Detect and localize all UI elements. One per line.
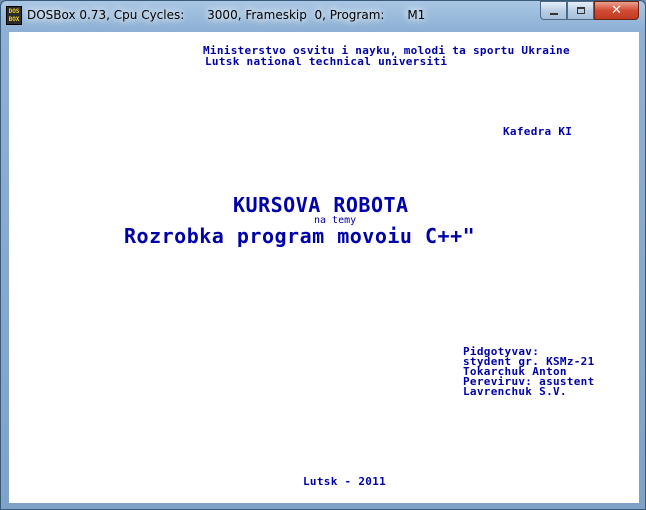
university-line: Lutsk national technical universiti bbox=[205, 55, 448, 68]
dosbox-window: DOS BOX DOSBox 0.73, Cpu Cycles: 3000, F… bbox=[0, 0, 646, 510]
work-title: KURSOVA ROBOTA bbox=[233, 193, 409, 217]
minimize-icon bbox=[549, 12, 558, 15]
department-label: Kafedra KI bbox=[503, 125, 573, 138]
title-bar[interactable]: DOS BOX DOSBox 0.73, Cpu Cycles: 3000, F… bbox=[1, 1, 645, 31]
teacher-name: Lavrenchuk S.V. bbox=[463, 385, 567, 398]
close-icon: ✕ bbox=[611, 3, 622, 18]
window-controls: ✕ bbox=[540, 1, 639, 21]
maximize-button[interactable] bbox=[567, 1, 594, 20]
topic-title: Rozrobka program movoiu C++" bbox=[124, 224, 476, 248]
maximize-icon bbox=[576, 7, 585, 14]
dos-screen[interactable]: Ministerstvo osvitu i nayku, molodi ta s… bbox=[9, 32, 639, 503]
window-title: DOSBox 0.73, Cpu Cycles: 3000, Frameskip… bbox=[27, 8, 426, 22]
close-button[interactable]: ✕ bbox=[594, 1, 639, 20]
dosbox-app-icon[interactable]: DOS BOX bbox=[6, 6, 22, 25]
minimize-button[interactable] bbox=[540, 1, 567, 20]
footer-city-year: Lutsk - 2011 bbox=[303, 475, 387, 488]
